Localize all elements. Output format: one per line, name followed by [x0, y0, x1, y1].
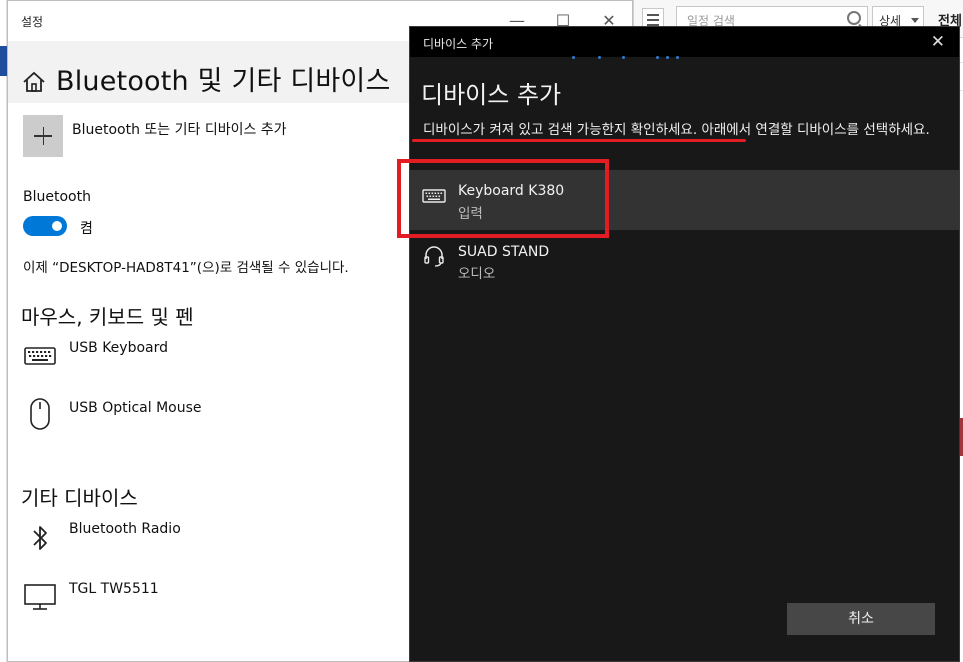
- mouse-icon: [30, 398, 50, 430]
- dialog-titlebar[interactable]: 디바이스 추가 ✕: [410, 27, 959, 57]
- dialog-instruction: 디바이스가 켜져 있고 검색 가능한지 확인하세요. 아래에서 연결할 디바이스…: [423, 122, 930, 138]
- annotation-highlight-box: [397, 159, 609, 238]
- device-name-bluetooth-radio[interactable]: Bluetooth Radio: [69, 521, 181, 537]
- section-heading-other-devices: 기타 디바이스: [21, 486, 138, 510]
- toggle-knob: [52, 221, 62, 231]
- home-icon[interactable]: [22, 71, 46, 93]
- add-device-button[interactable]: [23, 115, 63, 157]
- bluetooth-icon: [33, 526, 47, 550]
- dialog-window-title: 디바이스 추가: [423, 37, 494, 51]
- discoverable-status-text: 이제 “DESKTOP-HAD8T41”(으)로 검색될 수 있습니다.: [23, 260, 349, 276]
- background-window-edge: [0, 0, 7, 662]
- device-name-usb-optical-mouse[interactable]: USB Optical Mouse: [69, 400, 202, 416]
- chevron-down-icon: [911, 18, 919, 23]
- search-icon[interactable]: [847, 11, 861, 25]
- section-heading-input-devices: 마우스, 키보드 및 펜: [21, 305, 194, 329]
- keyboard-icon: [24, 347, 56, 365]
- page-title: Bluetooth 및 기타 디바이스: [56, 66, 391, 97]
- headset-icon: [424, 246, 444, 267]
- progress-dots: [572, 56, 682, 60]
- device-type: 오디오: [458, 266, 496, 282]
- device-name-tgl-tw5511[interactable]: TGL TW5511: [69, 581, 159, 597]
- settings-window-title: 설정: [21, 15, 44, 29]
- monitor-icon: [24, 584, 56, 610]
- plus-icon-stroke: [42, 127, 44, 145]
- add-device-dialog: 디바이스 추가 ✕ 디바이스 추가 디바이스가 켜져 있고 검색 가능한지 확인…: [409, 26, 960, 662]
- bluetooth-heading: Bluetooth: [23, 189, 91, 205]
- device-name-usb-keyboard[interactable]: USB Keyboard: [69, 340, 168, 356]
- device-list-item[interactable]: SUAD STAND 오디오: [410, 234, 959, 290]
- device-name: SUAD STAND: [458, 244, 550, 260]
- bluetooth-toggle[interactable]: [23, 216, 67, 236]
- cancel-button[interactable]: 취소: [787, 603, 935, 635]
- dialog-heading: 디바이스 추가: [421, 81, 562, 109]
- annotation-underline: [412, 139, 746, 142]
- dialog-close-button[interactable]: ✕: [931, 32, 945, 52]
- add-device-label[interactable]: Bluetooth 또는 기타 디바이스 추가: [72, 119, 287, 139]
- background-accent-bar: [0, 46, 7, 76]
- bluetooth-toggle-state: 켬: [80, 221, 93, 237]
